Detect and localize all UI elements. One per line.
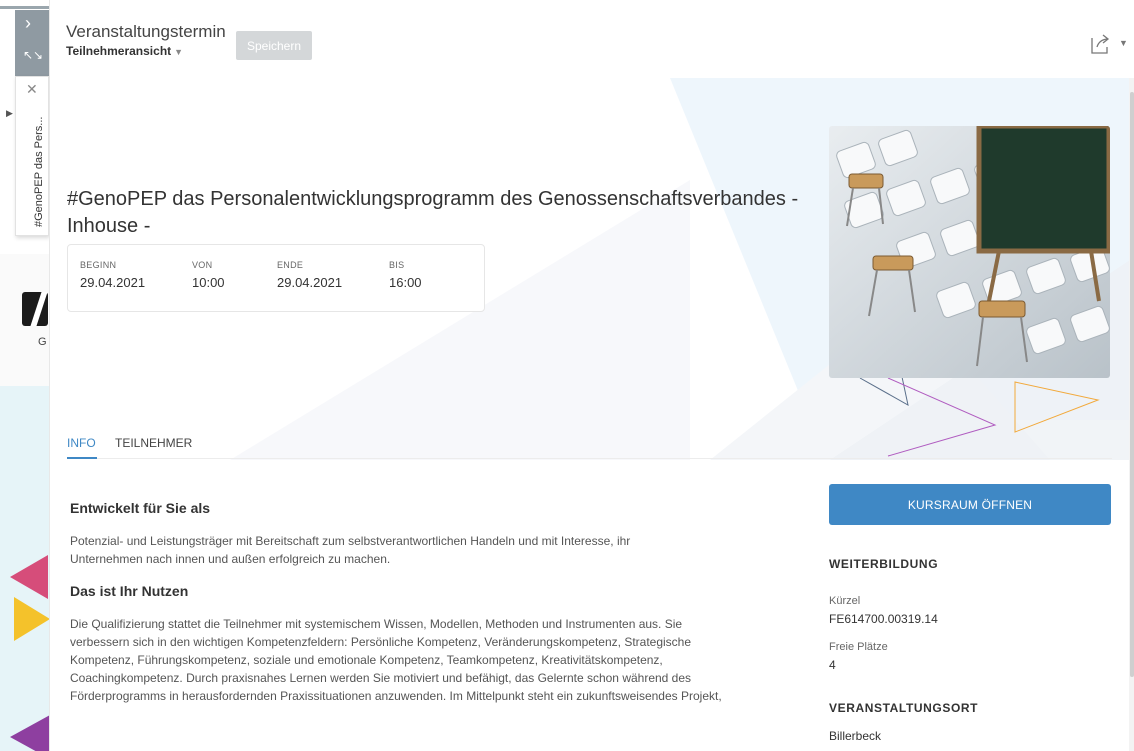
chevron-down-icon[interactable]: ▼ bbox=[174, 47, 183, 57]
section-heading-nutzen: Das ist Ihr Nutzen bbox=[70, 583, 189, 599]
share-icon[interactable] bbox=[1088, 32, 1112, 56]
kuerzel-label: Kürzel bbox=[829, 595, 861, 607]
view-selector-label: Teilnehmeransicht bbox=[66, 44, 172, 58]
chevron-right-icon[interactable]: › bbox=[25, 14, 31, 32]
pink-triangle-decor bbox=[10, 555, 48, 599]
purple-triangle-decor bbox=[10, 715, 50, 751]
begin-value: 29.04.2021 bbox=[80, 275, 146, 290]
active-tab-indicator bbox=[67, 457, 97, 459]
tabs-divider bbox=[67, 458, 1112, 459]
scrollbar-thumb[interactable] bbox=[1130, 92, 1134, 677]
side-tab-label: #GenoPEP das Pers... bbox=[33, 116, 45, 227]
expand-icon[interactable]: ↖↘ bbox=[23, 48, 43, 62]
end-label: ENDE bbox=[277, 260, 304, 270]
section-title-veranstaltungsort: VERANSTALTUNGSORT bbox=[829, 701, 979, 715]
event-detail-panel: Veranstaltungstermin Teilnehmeransicht ▼ … bbox=[49, 0, 1134, 751]
to-label: BIS bbox=[389, 260, 405, 270]
end-value: 29.04.2021 bbox=[277, 275, 343, 290]
side-tab-event[interactable]: ✕ #GenoPEP das Pers... bbox=[15, 76, 49, 236]
close-icon[interactable]: ✕ bbox=[26, 81, 38, 98]
event-image bbox=[829, 126, 1110, 378]
section-heading-entwickelt: Entwickelt für Sie als bbox=[70, 500, 211, 516]
collapse-arrow-icon[interactable]: ▶ bbox=[6, 108, 13, 119]
info-content: Entwickelt für Sie als Potenzial- und Le… bbox=[70, 500, 750, 705]
panel-toggle-handle[interactable]: › ↖↘ bbox=[15, 10, 49, 76]
to-time: BIS 16:00 bbox=[389, 260, 422, 290]
tab-teilnehmer[interactable]: TEILNEHMER bbox=[115, 436, 192, 450]
from-time: VON 10:00 bbox=[192, 260, 225, 290]
ort-value: Billerbeck bbox=[829, 729, 882, 743]
open-course-room-button[interactable]: KURSRAUM ÖFFNEN bbox=[829, 484, 1111, 525]
from-label: VON bbox=[192, 260, 213, 270]
section-title-weiterbildung: WEITERBILDUNG bbox=[829, 557, 939, 571]
share-menu-caret-icon[interactable]: ▼ bbox=[1119, 38, 1128, 48]
begin-date: BEGINN 29.04.2021 bbox=[80, 260, 145, 290]
from-value: 10:00 bbox=[192, 275, 225, 290]
save-button[interactable]: Speichern bbox=[236, 31, 312, 60]
begin-label: BEGINN bbox=[80, 260, 117, 270]
share-button[interactable]: ▼ bbox=[1088, 32, 1128, 56]
yellow-triangle-decor bbox=[14, 597, 50, 641]
scrollbar[interactable] bbox=[1129, 78, 1134, 751]
freie-plaetze-value: 4 bbox=[829, 658, 836, 672]
section-text-nutzen: Die Qualifizierung stattet die Teilnehme… bbox=[70, 617, 722, 703]
end-date: ENDE 29.04.2021 bbox=[277, 260, 342, 290]
to-value: 16:00 bbox=[389, 275, 422, 290]
page-title: Veranstaltungstermin bbox=[66, 22, 226, 41]
background-logo bbox=[22, 292, 48, 326]
kuerzel-value: FE614700.00319.14 bbox=[829, 612, 938, 626]
view-selector[interactable]: Teilnehmeransicht ▼ bbox=[66, 44, 183, 58]
freie-plaetze-label: Freie Plätze bbox=[829, 641, 888, 653]
background-logo-letter: G bbox=[38, 336, 47, 348]
event-dates-card: BEGINN 29.04.2021 VON 10:00 ENDE 29.04.2… bbox=[67, 244, 485, 312]
event-title: #GenoPEP das Personalentwicklungsprogram… bbox=[67, 188, 799, 237]
tab-info[interactable]: INFO bbox=[67, 436, 96, 450]
section-text-entwickelt: Potenzial- und Leistungsträger mit Berei… bbox=[70, 534, 631, 566]
panel-header: Veranstaltungstermin Teilnehmeransicht ▼ … bbox=[50, 0, 1134, 78]
